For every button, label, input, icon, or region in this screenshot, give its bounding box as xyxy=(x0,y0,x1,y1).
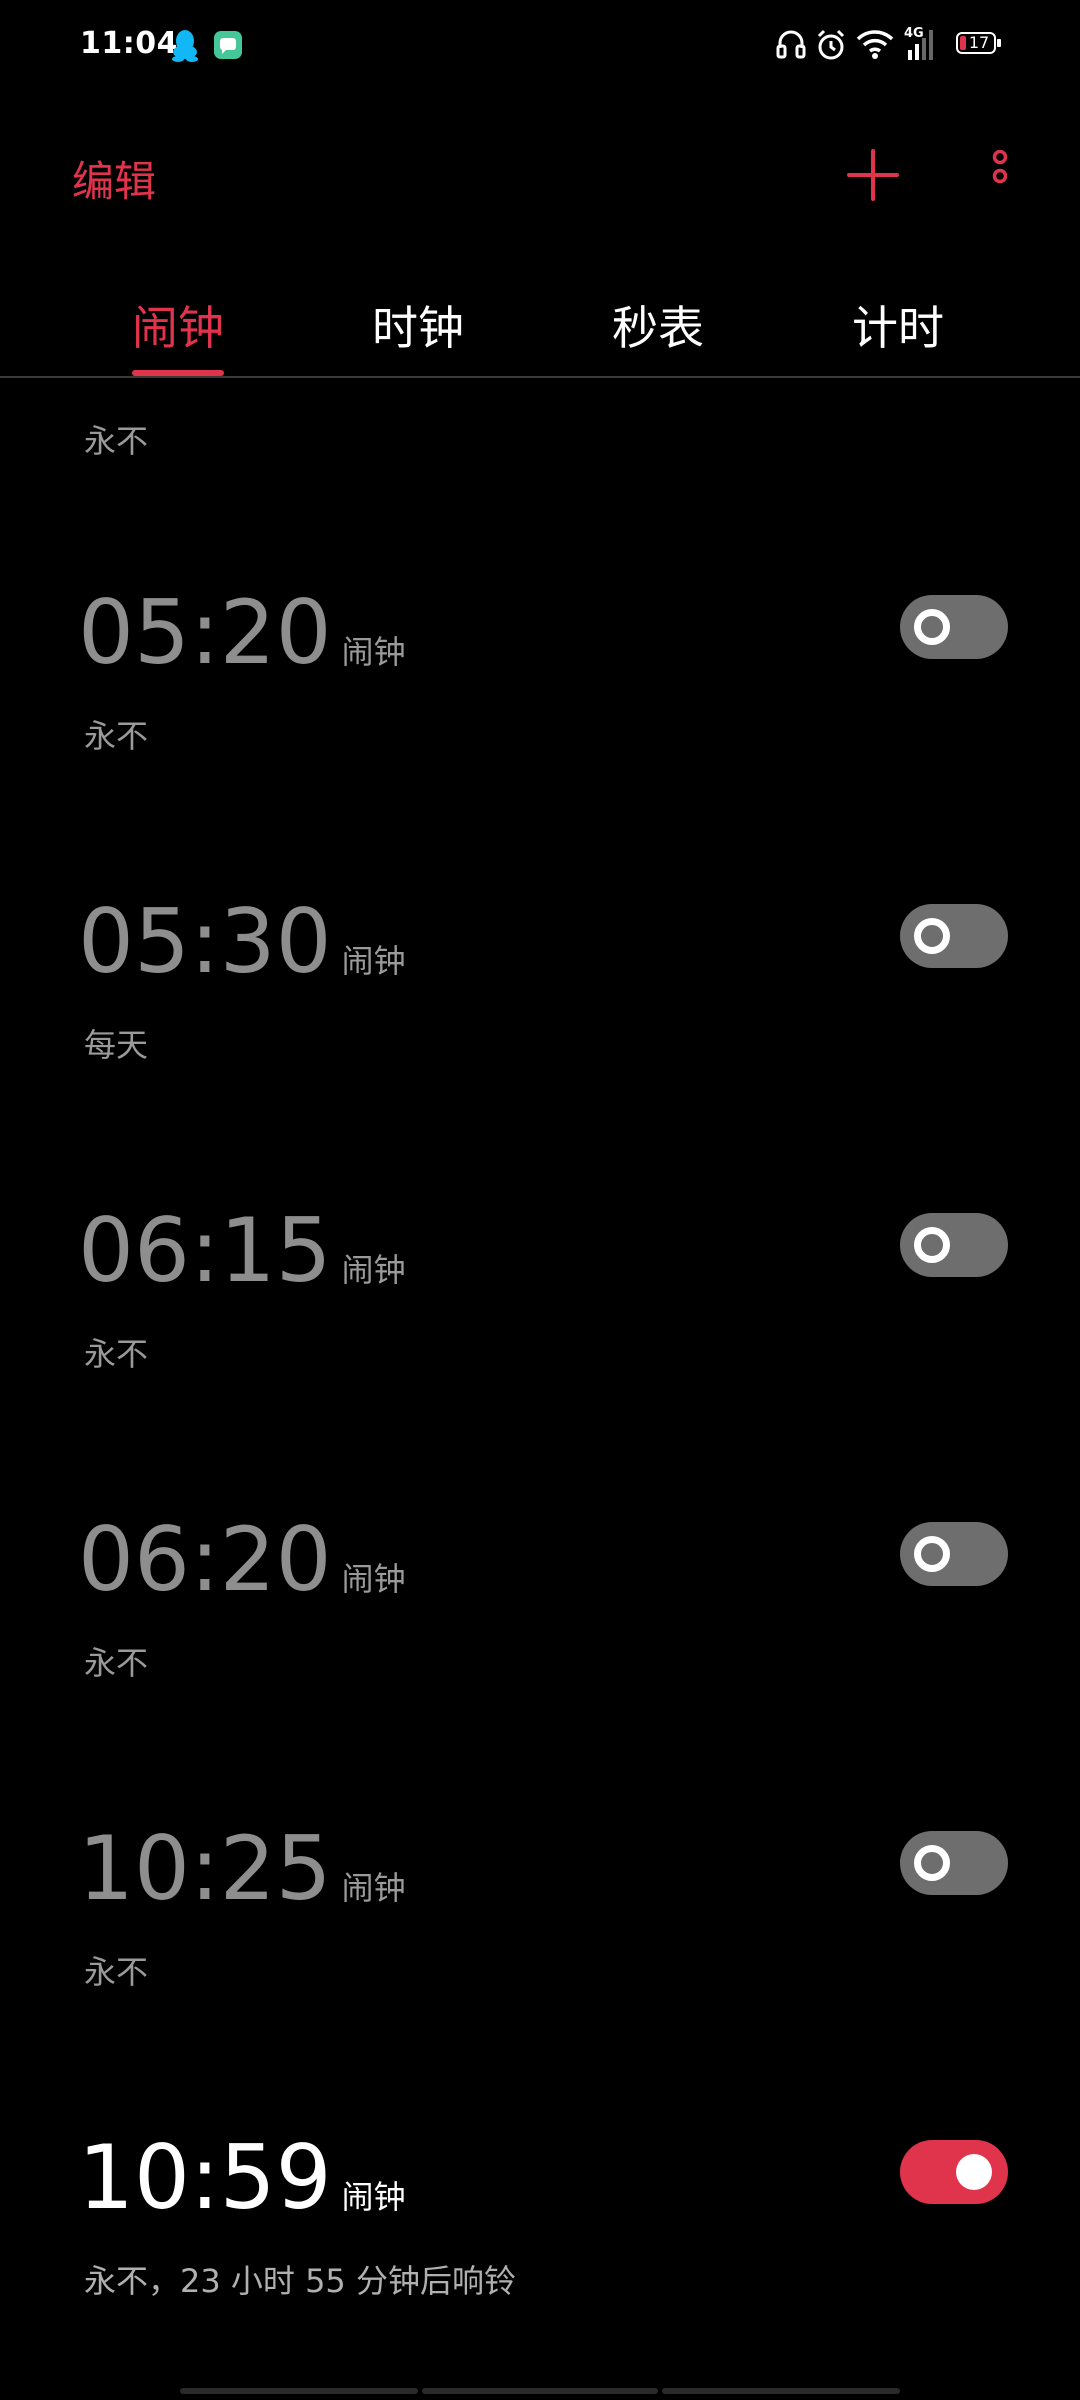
alarm-label: 闹钟 xyxy=(341,1560,406,1598)
alarm-time: 05:30 闹钟 xyxy=(78,890,406,993)
alarm-repeat: 永不，23 小时 55 分钟后响铃 xyxy=(84,2262,516,2300)
alarm-repeat: 永不 xyxy=(84,717,149,755)
alarm-toggle[interactable] xyxy=(900,595,1008,659)
tab-alarm[interactable]: 闹钟 xyxy=(98,292,258,358)
alarm-label: 闹钟 xyxy=(341,1869,406,1907)
toggle-knob xyxy=(956,2154,992,2190)
alarm-repeat: 永不 xyxy=(84,422,149,460)
tab-clock[interactable]: 时钟 xyxy=(338,292,498,358)
alarm-item[interactable]: 06:20 闹钟 永不 xyxy=(0,1510,1080,1819)
alarm-icon xyxy=(817,29,845,60)
tab-bar: 闹钟 时钟 秒表 计时 xyxy=(0,280,1080,378)
status-bar: 11:04 4G 17 xyxy=(0,0,1080,92)
alarm-toggle[interactable] xyxy=(900,1831,1008,1895)
tab-indicator xyxy=(132,370,224,376)
battery-icon: 17 xyxy=(956,32,1002,56)
wifi-icon xyxy=(856,30,894,59)
toggle-knob xyxy=(914,609,950,645)
alarm-repeat: 永不 xyxy=(84,1953,149,1991)
alarm-item[interactable]: 10:25 闹钟 永不 xyxy=(0,1819,1080,2128)
signal-icon: 4G xyxy=(904,26,944,62)
alarm-time: 05:20 闹钟 xyxy=(78,581,406,684)
toggle-knob xyxy=(914,1845,950,1881)
nav-hint xyxy=(180,2388,418,2394)
edit-button[interactable]: 编辑 xyxy=(72,148,156,209)
toggle-knob xyxy=(914,1227,950,1263)
alarm-repeat: 永不 xyxy=(84,1644,149,1682)
tab-stopwatch[interactable]: 秒表 xyxy=(578,292,738,358)
alarm-time: 10:59 闹钟 xyxy=(78,2126,406,2229)
toggle-knob xyxy=(914,918,950,954)
alarm-repeat: 每天 xyxy=(84,1026,149,1064)
plus-icon[interactable] xyxy=(846,148,900,202)
alarm-toggle[interactable] xyxy=(900,1522,1008,1586)
toggle-knob xyxy=(914,1536,950,1572)
alarm-toggle[interactable] xyxy=(900,2140,1008,2204)
status-time: 11:04 xyxy=(80,26,178,61)
qq-icon xyxy=(172,30,198,62)
more-vertical-icon[interactable] xyxy=(985,150,1015,202)
alarm-label: 闹钟 xyxy=(341,633,406,671)
alarm-label: 闹钟 xyxy=(341,2178,406,2216)
alarm-item[interactable]: 05:30 闹钟 每天 xyxy=(0,892,1080,1201)
nav-hint xyxy=(662,2388,900,2394)
nav-hint xyxy=(422,2388,658,2394)
battery-level: 17 xyxy=(968,33,990,52)
alarm-label: 闹钟 xyxy=(341,942,406,980)
alarm-time: 06:15 闹钟 xyxy=(78,1199,406,1302)
alarm-label: 闹钟 xyxy=(341,1251,406,1289)
alarm-item[interactable]: 05:20 闹钟 永不 xyxy=(0,583,1080,892)
message-icon xyxy=(214,31,242,59)
tab-timer[interactable]: 计时 xyxy=(818,292,978,358)
alarm-item[interactable]: 06:15 闹钟 永不 xyxy=(0,1201,1080,1510)
alarm-toggle[interactable] xyxy=(900,904,1008,968)
alarm-list[interactable]: 永不 05:20 闹钟 永不 05:30 闹钟 每天 06:15 闹钟 永不 06:2… xyxy=(0,378,1080,2400)
alarm-toggle[interactable] xyxy=(900,1213,1008,1277)
alarm-item[interactable]: 10:59 闹钟 永不，23 小时 55 分钟后响铃 xyxy=(0,2128,1080,2400)
alarm-time: 06:20 闹钟 xyxy=(78,1508,406,1611)
alarm-time: 10:25 闹钟 xyxy=(78,1817,406,1920)
alarm-repeat: 永不 xyxy=(84,1335,149,1373)
headset-icon xyxy=(776,30,806,59)
